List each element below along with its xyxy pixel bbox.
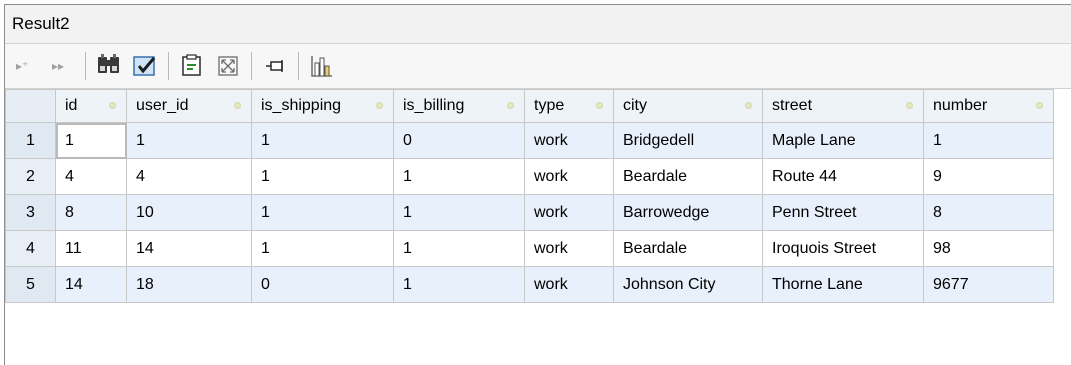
column-header-user-id[interactable]: user_id <box>126 89 252 123</box>
table-cell[interactable]: work <box>524 122 614 159</box>
row-number[interactable]: 4 <box>5 230 56 267</box>
header-row: id user_id is_shipping is_billing type c… <box>5 89 1054 123</box>
result-grid: id user_id is_shipping is_billing type c… <box>5 89 1054 303</box>
table-cell[interactable]: 1 <box>251 158 394 195</box>
clear-filter-icon[interactable] <box>132 51 158 81</box>
toolbar-separator <box>168 52 169 80</box>
sort-indicator-icon[interactable] <box>376 102 383 109</box>
table-cell[interactable]: 4 <box>126 158 252 195</box>
column-header-is-billing[interactable]: is_billing <box>393 89 525 123</box>
sort-indicator-icon[interactable] <box>234 102 241 109</box>
table-cell[interactable]: 1 <box>393 194 525 231</box>
row-number[interactable]: 1 <box>5 122 56 159</box>
column-header-type[interactable]: type <box>524 89 614 123</box>
table-cell[interactable]: Penn Street <box>762 194 924 231</box>
table-cell[interactable]: 1 <box>393 266 525 303</box>
column-header-id[interactable]: id <box>55 89 127 123</box>
table-row[interactable]: 2 4 4 1 1 work Beardale Route 44 9 <box>5 158 1054 195</box>
table-cell[interactable]: 9677 <box>923 266 1054 303</box>
table-cell[interactable]: Johnson City <box>613 266 763 303</box>
table-cell[interactable]: Beardale <box>613 158 763 195</box>
table-row[interactable]: 5 14 18 0 1 work Johnson City Thorne Lan… <box>5 266 1054 303</box>
svg-text:▸▸: ▸▸ <box>52 59 64 73</box>
table-row[interactable]: 3 8 10 1 1 work Barrowedge Penn Street 8 <box>5 194 1054 231</box>
table-cell[interactable]: Beardale <box>613 230 763 267</box>
toolbar-separator <box>85 52 86 80</box>
sort-indicator-icon[interactable] <box>109 102 116 109</box>
table-cell[interactable]: 11 <box>55 230 127 267</box>
table-cell[interactable]: work <box>524 266 614 303</box>
table-cell[interactable]: 1 <box>126 122 252 159</box>
chart-icon[interactable] <box>309 51 335 81</box>
table-cell[interactable]: 8 <box>55 194 127 231</box>
table-cell[interactable]: Barrowedge <box>613 194 763 231</box>
toolbar-separator <box>251 52 252 80</box>
table-cell[interactable]: 14 <box>55 266 127 303</box>
sort-indicator-icon[interactable] <box>906 102 913 109</box>
row-number[interactable]: 5 <box>5 266 56 303</box>
find-icon[interactable] <box>96 51 122 81</box>
row-number[interactable]: 3 <box>5 194 56 231</box>
sort-indicator-icon[interactable] <box>1036 102 1043 109</box>
table-cell[interactable]: Bridgedell <box>613 122 763 159</box>
table-cell[interactable]: Iroquois Street <box>762 230 924 267</box>
table-row[interactable]: 4 11 14 1 1 work Beardale Iroquois Stree… <box>5 230 1054 267</box>
export-icon[interactable] <box>179 51 205 81</box>
table-cell[interactable]: 18 <box>126 266 252 303</box>
table-cell[interactable]: 9 <box>923 158 1054 195</box>
table-cell[interactable]: 1 <box>251 122 394 159</box>
table-cell[interactable]: 8 <box>923 194 1054 231</box>
sort-indicator-icon[interactable] <box>745 102 752 109</box>
result-tab-title[interactable]: Result2 <box>5 5 1071 44</box>
column-header-street[interactable]: street <box>762 89 924 123</box>
table-cell[interactable]: work <box>524 230 614 267</box>
maximize-icon[interactable] <box>215 51 241 81</box>
table-cell[interactable]: Maple Lane <box>762 122 924 159</box>
table-cell[interactable]: 1 <box>251 230 394 267</box>
column-header-is-shipping[interactable]: is_shipping <box>251 89 394 123</box>
table-cell[interactable]: 1 <box>393 158 525 195</box>
table-cell[interactable]: 1 <box>393 230 525 267</box>
row-number[interactable]: 2 <box>5 158 56 195</box>
table-cell[interactable]: 1 <box>251 194 394 231</box>
table-cell[interactable]: Route 44 <box>762 158 924 195</box>
column-header-number[interactable]: number <box>923 89 1054 123</box>
table-cell[interactable]: 1 <box>55 122 127 159</box>
row-number-header[interactable] <box>5 89 56 123</box>
table-cell[interactable]: 0 <box>251 266 394 303</box>
table-cell[interactable]: 0 <box>393 122 525 159</box>
sort-indicator-icon[interactable] <box>596 102 603 109</box>
result-toolbar: ▸⁺ ▸▸ <box>5 44 1071 89</box>
table-cell[interactable]: work <box>524 158 614 195</box>
sort-indicator-icon[interactable] <box>507 102 514 109</box>
table-row[interactable]: 1 1 1 1 0 work Bridgedell Maple Lane 1 <box>5 122 1054 159</box>
table-cell[interactable]: 4 <box>55 158 127 195</box>
svg-text:▸⁺: ▸⁺ <box>16 59 28 73</box>
toolbar-separator <box>298 52 299 80</box>
table-cell[interactable]: 14 <box>126 230 252 267</box>
result-window: Result2 ▸⁺ ▸▸ id user_id is_shipping is_… <box>4 4 1071 365</box>
next-icon[interactable]: ▸▸ <box>49 51 75 81</box>
table-cell[interactable]: 98 <box>923 230 1054 267</box>
table-cell[interactable]: 1 <box>923 122 1054 159</box>
insert-row-icon[interactable]: ▸⁺ <box>13 51 39 81</box>
table-cell[interactable]: 10 <box>126 194 252 231</box>
column-header-city[interactable]: city <box>613 89 763 123</box>
pin-icon[interactable] <box>262 51 288 81</box>
table-cell[interactable]: Thorne Lane <box>762 266 924 303</box>
table-cell[interactable]: work <box>524 194 614 231</box>
